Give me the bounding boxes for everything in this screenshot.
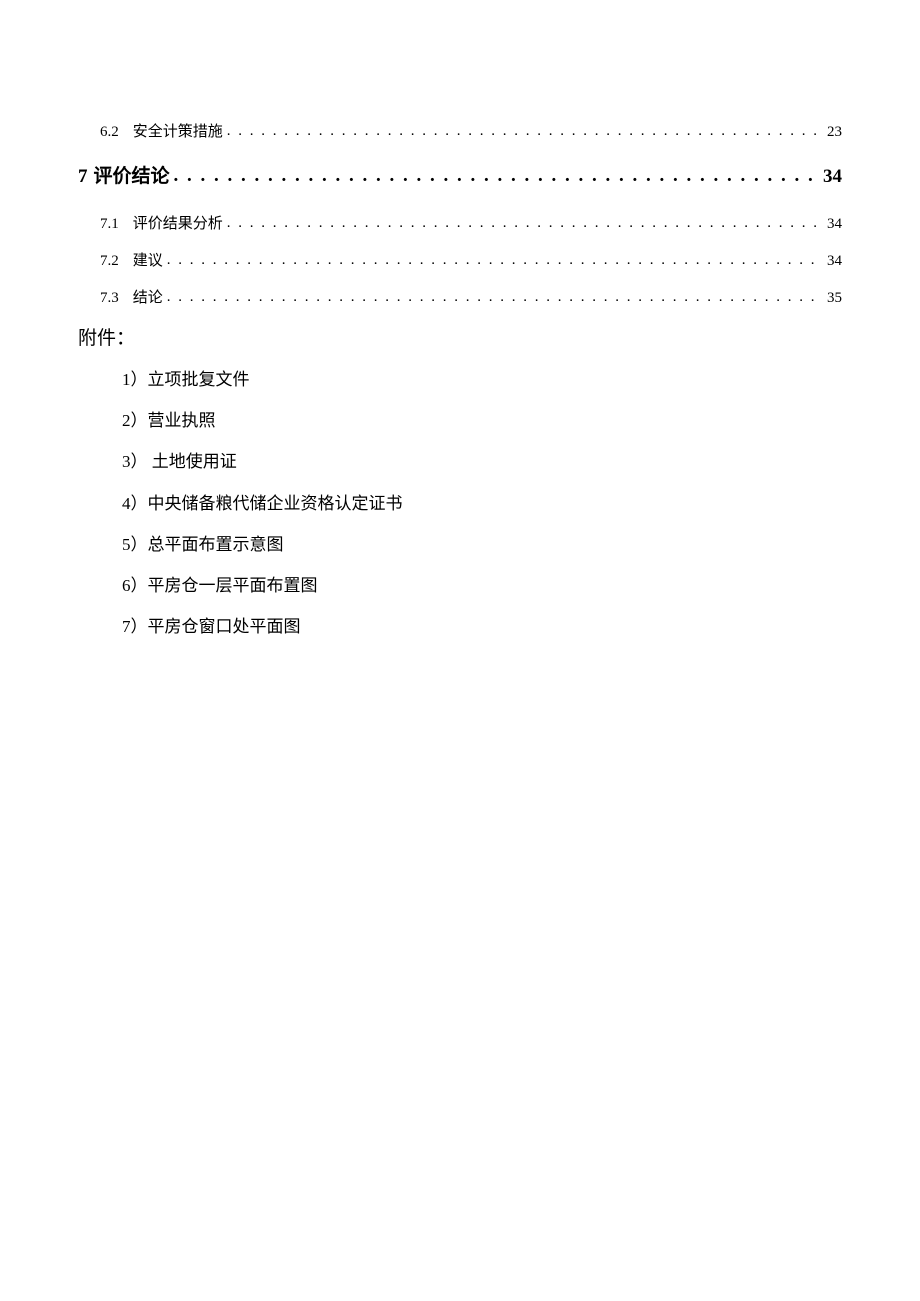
toc-leader [174, 165, 819, 187]
attachment-item: 4）中央储备粮代储企业资格认定证书 [78, 490, 842, 517]
toc-entry-7-2: 7.2 建议 34 [78, 249, 842, 270]
toc-number: 7.3 [100, 290, 119, 307]
attachment-item: 2）营业执照 [78, 407, 842, 434]
attachment-item: 3） 土地使用证 [78, 448, 842, 475]
attachment-item: 5）总平面布置示意图 [78, 531, 842, 558]
toc-page: 34 [827, 216, 842, 233]
toc-number: 7.2 [100, 253, 119, 270]
attachment-item: 1）立项批复文件 [78, 366, 842, 393]
toc-leader [227, 215, 823, 232]
toc-leader [227, 123, 823, 140]
toc-page: 34 [827, 253, 842, 270]
attachments-list: 1）立项批复文件 2）营业执照 3） 土地使用证 4）中央储备粮代储企业资格认定… [78, 366, 842, 640]
toc-title: 评价结果分析 [133, 212, 223, 233]
toc-entry-6-2: 6.2 安全计策措施 23 [78, 120, 842, 141]
attachment-item: 7）平房仓窗口处平面图 [78, 613, 842, 640]
toc-title: 结论 [133, 286, 163, 307]
toc-number: 7 [78, 166, 88, 188]
attachment-item: 6）平房仓一层平面布置图 [78, 572, 842, 599]
toc-entry-7-3: 7.3 结论 35 [78, 286, 842, 307]
toc-title: 建议 [133, 249, 163, 270]
toc-section: 6.2 安全计策措施 23 7 评价结论 34 7.1 评价结果分析 34 7.… [78, 120, 842, 307]
toc-number: 7.1 [100, 216, 119, 233]
toc-entry-7-1: 7.1 评价结果分析 34 [78, 212, 842, 233]
toc-leader [167, 252, 823, 269]
attachments-heading: 附件： [78, 323, 842, 350]
toc-page: 34 [823, 166, 842, 188]
toc-page: 23 [827, 124, 842, 141]
toc-page: 35 [827, 290, 842, 307]
toc-leader [167, 289, 823, 306]
toc-title: 安全计策措施 [133, 120, 223, 141]
toc-entry-7: 7 评价结论 34 [78, 161, 842, 188]
toc-number: 6.2 [100, 124, 119, 141]
toc-title: 评价结论 [94, 161, 170, 188]
